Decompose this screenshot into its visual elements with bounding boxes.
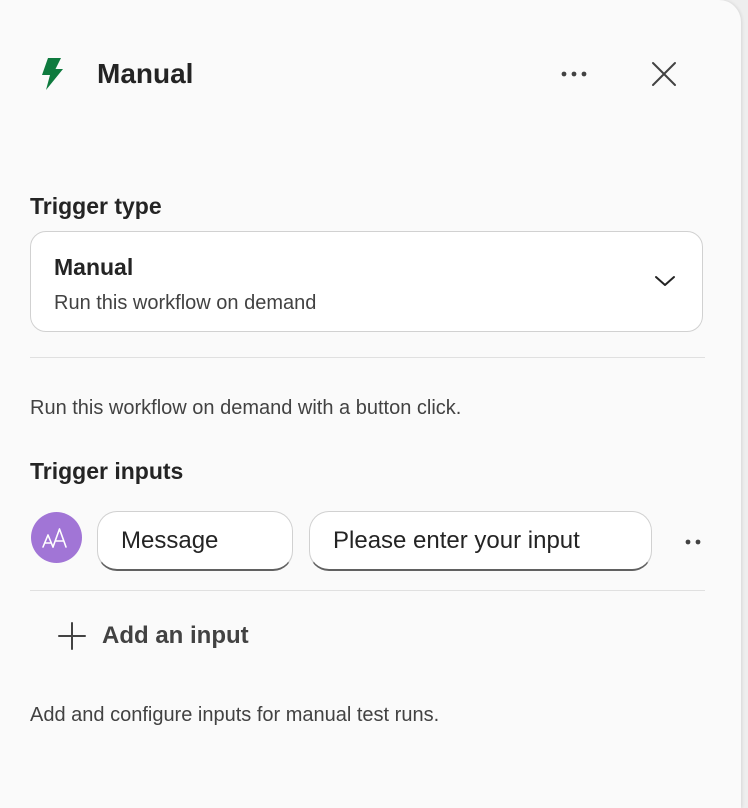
trigger-inputs-label: Trigger inputs xyxy=(30,458,184,484)
trigger-type-selected-title: Manual xyxy=(54,254,134,280)
trigger-type-selected-description: Run this workflow on demand xyxy=(54,292,317,314)
add-input-label: Add an input xyxy=(102,622,249,649)
divider xyxy=(30,590,705,591)
input-more-options-button[interactable] xyxy=(680,532,706,552)
add-input-button[interactable]: Add an input xyxy=(52,614,282,658)
input-name-field[interactable]: Message xyxy=(97,511,293,571)
trigger-type-dropdown[interactable]: Manual Run this workflow on demand xyxy=(30,231,703,332)
input-placeholder-field[interactable]: Please enter your input xyxy=(309,511,652,571)
divider xyxy=(30,357,705,358)
more-options-button[interactable] xyxy=(556,58,592,90)
close-button[interactable] xyxy=(646,56,682,92)
close-icon xyxy=(652,62,676,86)
trigger-description: Run this workflow on demand with a butto… xyxy=(30,397,462,419)
chevron-down-icon xyxy=(655,276,675,286)
panel-title: Manual xyxy=(97,58,194,89)
footer-hint-text: Add and configure inputs for manual test… xyxy=(30,704,440,726)
trigger-panel: Manual Trigger type Manual Run this work… xyxy=(0,0,741,808)
more-horizontal-icon xyxy=(685,539,701,545)
lightning-bolt-icon xyxy=(42,58,63,90)
trigger-type-label: Trigger type xyxy=(30,193,162,219)
plus-icon xyxy=(58,622,86,650)
text-type-icon xyxy=(31,512,82,563)
more-horizontal-icon xyxy=(561,71,587,77)
